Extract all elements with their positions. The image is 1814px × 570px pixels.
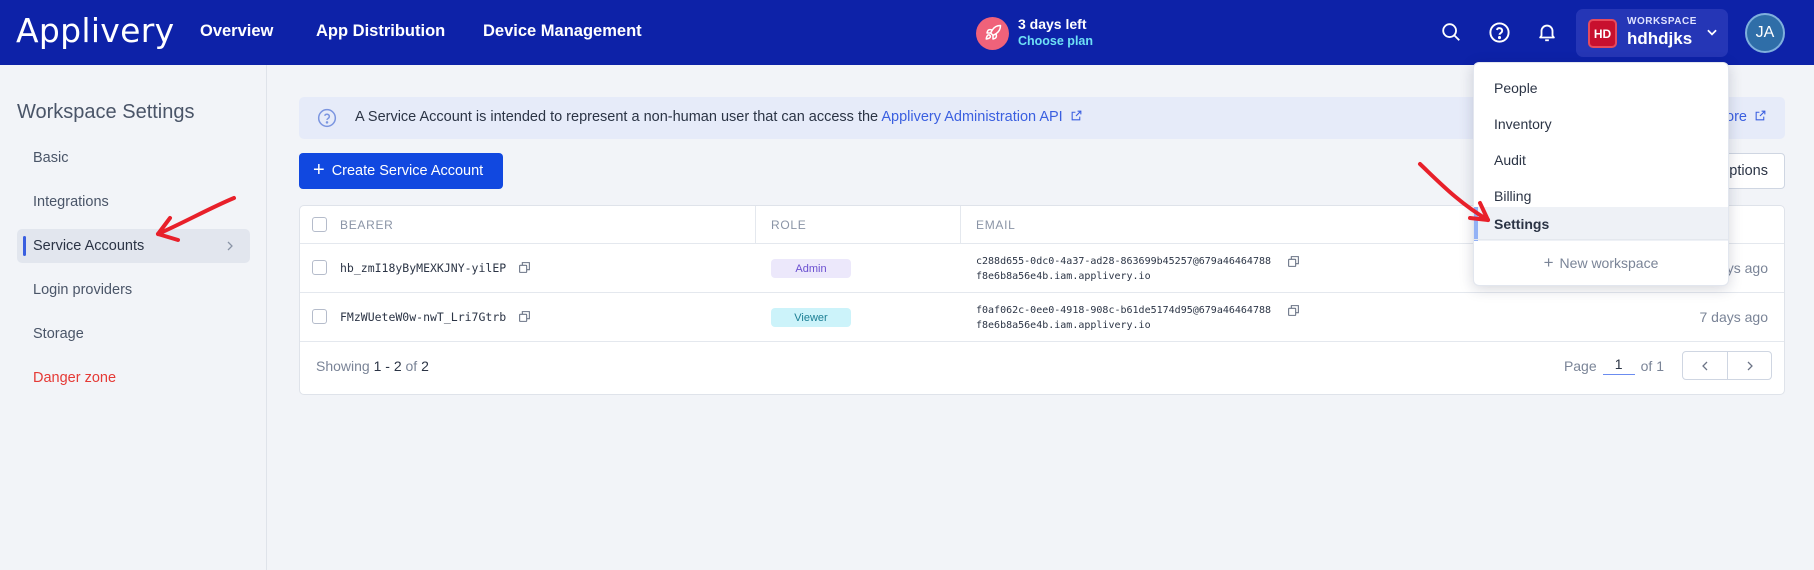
email-address: f0af062c-0ee0-4918-908c-b61de5174d95@679… (976, 303, 1271, 333)
chevron-down-icon (1705, 25, 1719, 44)
applivery-logo[interactable]: Applivery (16, 11, 174, 50)
email-line: f0af062c-0ee0-4918-908c-b61de5174d95@679… (976, 305, 1272, 316)
sidebar-title: Workspace Settings (17, 101, 195, 123)
chevron-left-icon (1702, 361, 1708, 370)
showing-range: 1 - 2 (373, 358, 402, 374)
menu-item-inventory[interactable]: Inventory (1474, 107, 1728, 141)
role-badge: Viewer (771, 308, 851, 327)
column-header-role[interactable]: ROLE (771, 218, 806, 232)
admin-api-link-label: Applivery Administration API (881, 109, 1063, 125)
admin-api-link[interactable]: Applivery Administration API (881, 109, 1082, 125)
pagination-controls: Page 1 of 1 (1564, 351, 1772, 380)
row-checkbox[interactable] (312, 260, 327, 275)
column-header-bearer[interactable]: BEARER (340, 218, 394, 232)
settings-sidebar: Workspace Settings Basic Integrations Se… (0, 65, 267, 570)
external-link-icon (1071, 110, 1082, 121)
nav-app-distribution[interactable]: App Distribution (316, 22, 445, 41)
help-icon[interactable] (1487, 20, 1511, 44)
role-badge: Admin (771, 259, 851, 278)
info-description: A Service Account is intended to represe… (355, 109, 879, 125)
bearer-token: FMzWUeteW0w-nwT_Lri7Gtrb (340, 310, 507, 324)
sidebar-item-integrations[interactable]: Integrations (17, 185, 250, 219)
sidebar-item-storage[interactable]: Storage (17, 317, 250, 351)
table-row[interactable]: FMzWUeteW0w-nwT_Lri7Gtrb Viewer f0af062c… (300, 293, 1784, 342)
menu-item-audit[interactable]: Audit (1474, 143, 1728, 177)
copy-icon[interactable] (518, 310, 531, 328)
learn-more-label: ore (1726, 109, 1747, 125)
pagination-summary: Showing 1 - 2 of 2 (316, 358, 429, 374)
plus-icon: + (1543, 253, 1554, 272)
plus-icon: + (313, 159, 325, 181)
email-address: c288d655-0dc0-4a37-ad28-863699b45257@679… (976, 254, 1271, 284)
create-service-account-button[interactable]: + Create Service Account (299, 153, 503, 189)
page-label: Page (1563, 357, 1597, 374)
search-icon[interactable] (1439, 20, 1463, 44)
top-navigation-bar: Applivery Overview App Distribution Devi… (0, 0, 1814, 65)
sidebar-item-basic[interactable]: Basic (17, 141, 250, 175)
page-number-input[interactable]: 1 (1602, 356, 1635, 375)
choose-plan-link[interactable]: Choose plan (1018, 33, 1093, 50)
nav-device-management[interactable]: Device Management (483, 22, 642, 41)
column-divider (960, 206, 961, 244)
menu-divider (1474, 239, 1728, 240)
row-checkbox[interactable] (312, 309, 327, 324)
page-total: of 1 (1640, 357, 1664, 374)
created-time: 7 days ago (1699, 309, 1769, 325)
email-line: f8e6b8a56e4b.iam.applivery.io (976, 320, 1151, 331)
workspace-caption: WORKSPACE (1627, 16, 1697, 27)
menu-item-settings[interactable]: Settings (1474, 207, 1728, 241)
chevron-right-icon (1747, 361, 1753, 370)
bearer-token: hb_zmI18yByMEXKJNY-yilEP (340, 261, 507, 275)
showing-prefix: Showing (316, 358, 370, 374)
workspace-name: hdhdjks (1627, 29, 1693, 48)
previous-page-button[interactable] (1683, 352, 1727, 379)
sidebar-item-login-providers[interactable]: Login providers (17, 273, 250, 307)
chevron-right-icon (224, 239, 236, 257)
next-page-button[interactable] (1727, 352, 1771, 379)
email-line: c288d655-0dc0-4a37-ad28-863699b45257@679… (976, 256, 1272, 267)
copy-icon[interactable] (518, 261, 531, 279)
user-avatar[interactable]: JA (1745, 13, 1785, 53)
question-circle-icon (317, 108, 337, 133)
workspace-badge: HD (1588, 19, 1617, 48)
trial-status[interactable]: 3 days left Choose plan (976, 16, 1093, 50)
bell-icon[interactable] (1535, 20, 1559, 44)
column-divider (755, 206, 756, 244)
new-workspace-button[interactable]: + New workspace (1474, 249, 1728, 277)
nav-overview[interactable]: Overview (200, 22, 273, 41)
trial-days-left: 3 days left (1018, 16, 1087, 32)
showing-of: of (405, 358, 418, 374)
sidebar-item-service-accounts[interactable]: Service Accounts (17, 229, 250, 263)
showing-total: 2 (421, 358, 429, 374)
learn-more-link[interactable]: ore (1726, 109, 1767, 125)
workspace-switcher[interactable]: HD WORKSPACE hdhdjks (1576, 9, 1728, 57)
sidebar-item-label: Service Accounts (33, 238, 145, 254)
copy-icon[interactable] (1287, 304, 1300, 322)
copy-icon[interactable] (1287, 255, 1300, 273)
rocket-icon (976, 16, 1009, 50)
external-link-icon (1755, 110, 1766, 121)
column-header-email[interactable]: EMAIL (976, 218, 1016, 232)
select-all-checkbox[interactable] (312, 217, 327, 232)
new-workspace-label: New workspace (1559, 255, 1659, 271)
sidebar-item-danger-zone[interactable]: Danger zone (17, 361, 250, 395)
email-line: f8e6b8a56e4b.iam.applivery.io (976, 271, 1151, 282)
info-text: A Service Account is intended to represe… (355, 109, 1083, 125)
menu-item-people[interactable]: People (1474, 71, 1728, 105)
workspace-dropdown-menu: People Inventory Audit Billing Settings … (1473, 62, 1729, 286)
create-service-account-label: Create Service Account (331, 163, 484, 179)
